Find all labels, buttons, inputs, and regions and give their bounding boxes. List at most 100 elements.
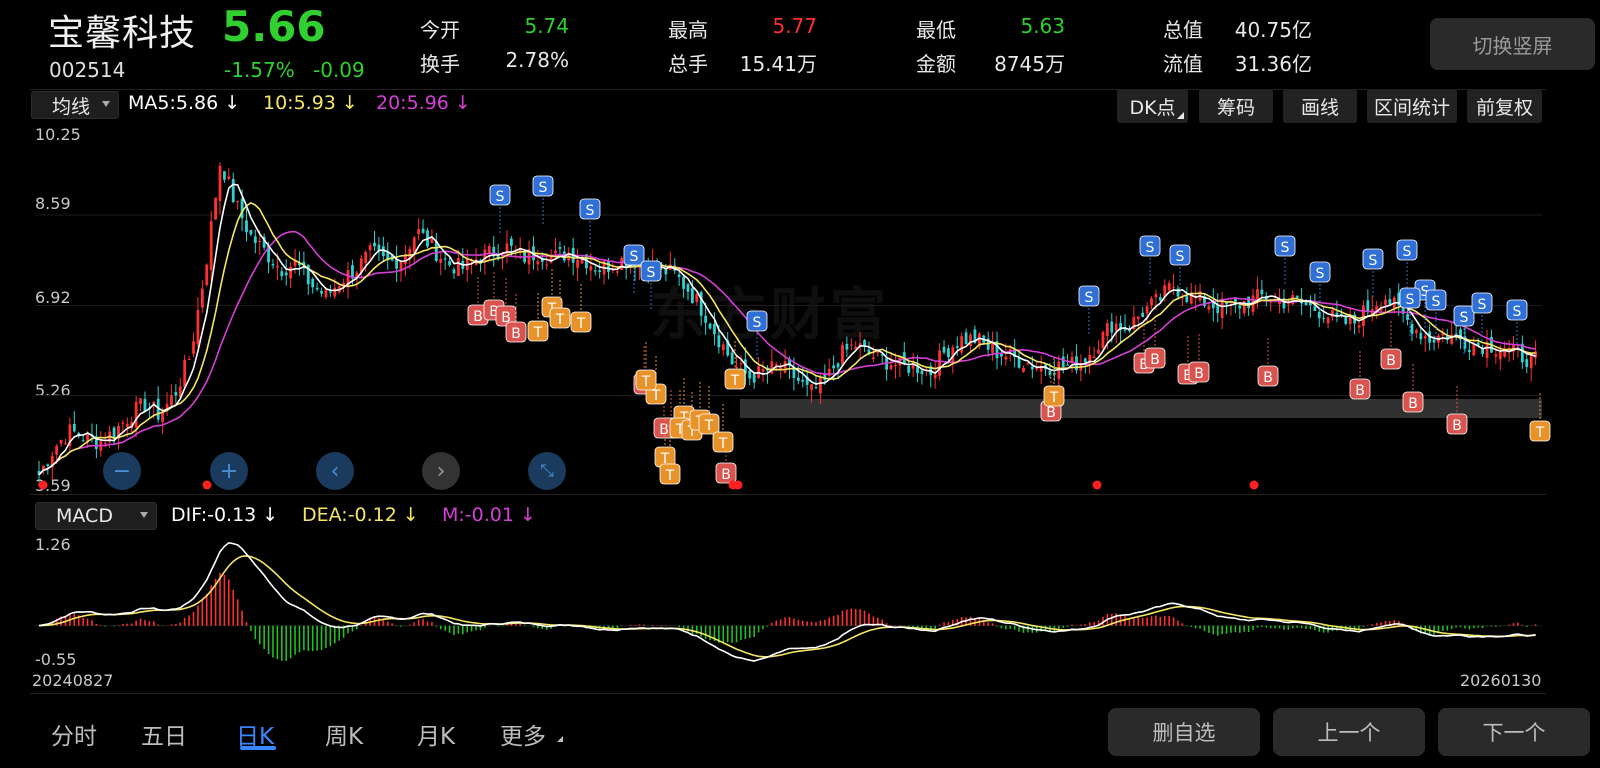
candle-body: [752, 373, 756, 383]
buy-signal-badge-label: B: [659, 422, 669, 438]
candle-body: [315, 287, 319, 290]
candle-body: [1150, 298, 1153, 306]
candle-body: [1216, 305, 1220, 313]
candle-body: [1207, 306, 1211, 310]
candle-body: [483, 249, 487, 263]
reset-zoom-button[interactable]: ⤡: [528, 452, 566, 490]
candle-body: [1388, 299, 1392, 305]
zoom-in-button[interactable]: +: [210, 452, 248, 490]
sell-signal-badge-label: S: [1478, 297, 1487, 313]
candle-body: [434, 241, 438, 261]
candle-body: [841, 344, 844, 365]
candle-body: [960, 336, 964, 353]
trade-signal-badge-label: T: [576, 316, 586, 332]
event-dot: [1249, 480, 1259, 490]
event-dot: [202, 480, 212, 490]
candle-body: [487, 246, 491, 254]
candle-body: [1017, 357, 1021, 368]
next-stock-button[interactable]: 下一个: [1438, 708, 1590, 756]
candle-body: [969, 334, 972, 346]
candle-body: [59, 439, 63, 444]
candle-body: [1092, 356, 1096, 359]
candle-body: [942, 346, 946, 353]
tab-weekly-k[interactable]: 周K: [325, 717, 363, 751]
candle-body: [863, 339, 866, 346]
candle-body: [545, 264, 549, 266]
trade-signal-badge-label: T: [651, 388, 661, 404]
candle-body: [814, 387, 818, 389]
buy-signal-badge-label: B: [721, 467, 731, 483]
sell-signal-badge-label: S: [1369, 253, 1378, 269]
candle-body: [271, 264, 275, 266]
candle-body: [1061, 356, 1065, 368]
candle-body: [1260, 289, 1264, 295]
candle-body: [774, 364, 778, 366]
tab-intraday[interactable]: 分时: [51, 717, 97, 751]
scroll-right-button[interactable]: ›: [422, 452, 460, 490]
candle-body: [289, 266, 293, 279]
candle-body: [1256, 289, 1259, 299]
candle-body: [46, 464, 50, 467]
buy-signal-badge-label: B: [1386, 353, 1396, 369]
candle-body: [810, 384, 813, 390]
candle-body: [209, 221, 213, 270]
candle-body: [192, 341, 195, 354]
candle-body: [947, 348, 950, 358]
remove-watchlist-button[interactable]: 删自选: [1108, 708, 1260, 756]
sell-signal-badge-label: S: [647, 265, 656, 281]
trade-signal-badge-label: T: [665, 468, 675, 484]
candle-body: [933, 374, 937, 379]
scroll-left-button[interactable]: ‹: [316, 452, 354, 490]
tab-more[interactable]: 更多: [500, 717, 546, 751]
zoom-out-button[interactable]: −: [103, 452, 141, 490]
corner-triangle-icon: [557, 736, 563, 742]
candle-body: [81, 440, 85, 442]
candle-body: [558, 247, 562, 249]
candle-body: [236, 200, 240, 203]
buy-signal-badge-label: B: [1194, 366, 1204, 382]
candle-body: [1326, 317, 1330, 324]
candle-body: [161, 412, 165, 422]
candle-body: [64, 443, 67, 445]
buy-signal-badge-label: B: [1046, 405, 1056, 421]
candle-body: [615, 271, 619, 273]
candle-body: [708, 323, 712, 329]
sell-signal-badge-label: S: [1513, 304, 1522, 320]
sell-signal-badge-label: S: [586, 203, 595, 219]
candle-body: [1366, 300, 1370, 312]
candle-body: [783, 361, 787, 373]
tab-five-day[interactable]: 五日: [141, 717, 187, 751]
candle-body: [1238, 305, 1242, 309]
candle-body: [686, 284, 690, 292]
candle-body: [1525, 359, 1529, 368]
tab-monthly-k[interactable]: 月K: [417, 717, 455, 751]
candle-body: [1101, 331, 1105, 349]
candle-body: [1035, 368, 1039, 370]
candle-body: [1083, 358, 1087, 363]
candle-body: [320, 290, 323, 294]
trade-signal-badge-label: T: [1535, 425, 1545, 441]
candle-body: [439, 258, 443, 263]
candle-body: [1467, 349, 1471, 352]
candle-body: [907, 365, 911, 373]
candle-body: [324, 289, 328, 298]
candle-body: [690, 288, 694, 304]
candle-body: [1357, 325, 1361, 328]
candle-body: [311, 278, 315, 288]
candle-body: [836, 363, 840, 368]
sell-signal-badge-label: S: [1403, 244, 1412, 260]
candle-body: [1158, 297, 1162, 301]
candle-body: [536, 261, 540, 265]
candle-body: [1322, 318, 1326, 320]
candle-body: [819, 376, 822, 394]
candle-body: [739, 363, 743, 365]
previous-stock-button[interactable]: 上一个: [1273, 708, 1425, 756]
candle-body: [139, 398, 142, 405]
candle-body: [955, 346, 959, 348]
candle-body: [231, 178, 235, 203]
sell-signal-badge-label: S: [1460, 310, 1469, 326]
candle-body: [589, 266, 593, 271]
buy-signal-badge-label: B: [1355, 383, 1365, 399]
candle-body: [1110, 321, 1114, 333]
candle-body: [598, 270, 602, 273]
